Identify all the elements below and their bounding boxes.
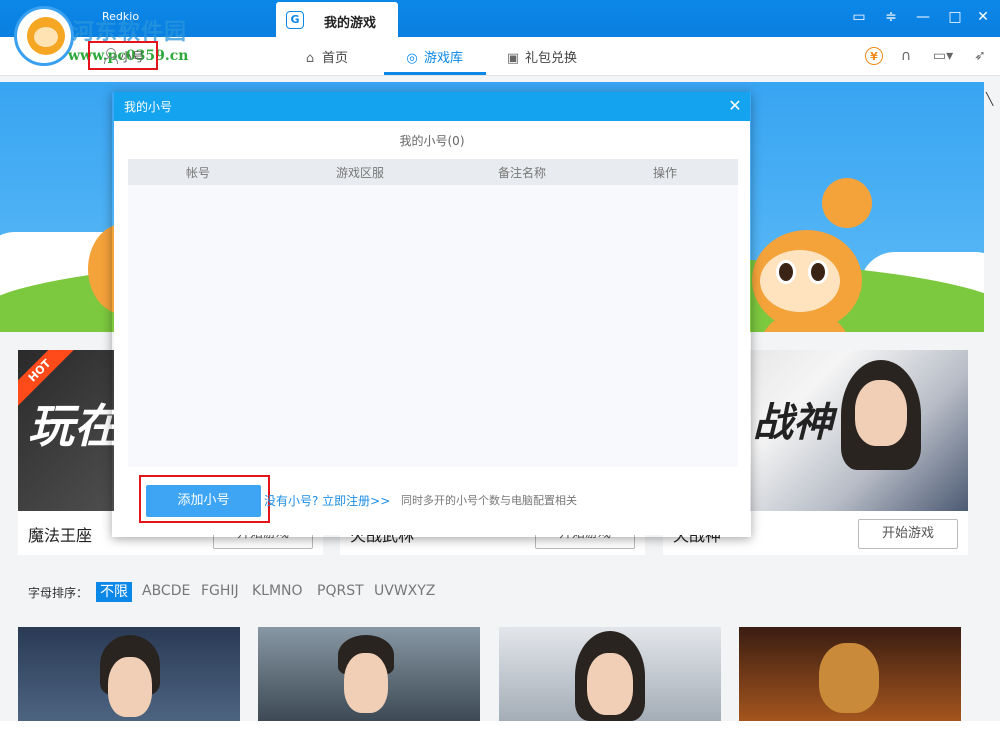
column-action: 操作: [653, 166, 678, 180]
sub-account-label: 小号: [120, 50, 145, 64]
game-title: 魔法王座: [28, 526, 93, 545]
nav-gift-label: 礼包兑换: [525, 51, 578, 66]
game-poster[interactable]: [18, 627, 240, 721]
filter-option-klmno[interactable]: KLMNO: [252, 583, 303, 599]
tab-my-games-label: 我的游戏: [324, 16, 377, 31]
register-link[interactable]: 没有小号? 立即注册>>: [264, 492, 390, 509]
table-header: 帐号 游戏区服 备注名称 操作: [128, 159, 738, 185]
sub-account-table: 帐号 游戏区服 备注名称 操作: [128, 159, 738, 467]
column-server: 游戏区服: [336, 166, 385, 180]
coin-icon[interactable]: ¥: [865, 47, 883, 65]
user-icon: [104, 48, 118, 64]
add-sub-account-button[interactable]: 添加小号: [146, 485, 261, 517]
menu-icon[interactable]: ≑: [880, 6, 902, 28]
app-logo: [14, 6, 74, 66]
filter-option-pqrst[interactable]: PQRST: [317, 583, 364, 599]
nav-active-indicator: [384, 72, 486, 75]
monkey-eye: [808, 260, 828, 284]
character-face: [819, 643, 879, 713]
dialog-subtitle: 我的小号(0): [399, 134, 465, 148]
close-icon[interactable]: ✕: [726, 96, 744, 116]
bottom-strip: [0, 721, 1000, 750]
column-remark: 备注名称: [498, 166, 547, 180]
feedback-icon[interactable]: ▭: [848, 6, 870, 28]
character-face: [587, 653, 633, 715]
monkey-face: [760, 250, 840, 312]
character-face: [344, 653, 388, 713]
rocket-icon[interactable]: ➶: [970, 46, 990, 66]
nav-home-label: 首页: [322, 51, 349, 66]
maximize-button[interactable]: □: [944, 6, 966, 28]
dialog-header: 我的小号 ✕: [114, 92, 750, 121]
close-button[interactable]: ✕: [972, 6, 994, 28]
nav-gift-exchange[interactable]: ▣ 礼包兑换: [505, 47, 577, 66]
nav-game-library-label: 游戏库: [424, 51, 464, 66]
character-face: [855, 380, 907, 446]
game-poster[interactable]: [739, 627, 961, 721]
gamepad-icon: ◎: [406, 51, 418, 66]
sub-account-button[interactable]: 小号: [88, 41, 158, 70]
dialog-title: 我的小号: [124, 100, 173, 114]
gift-icon: ▣: [506, 51, 520, 66]
start-game-button[interactable]: 开始游戏: [858, 519, 958, 549]
nav-bar: 小号 ⌂ 首页 ◎ 游戏库 ▣ 礼包兑换 ¥ ∩ ▭▾ ➶: [0, 37, 1000, 76]
character-face: [108, 657, 152, 717]
sub-account-dialog: 我的小号 ✕ 我的小号(0) 帐号 游戏区服 备注名称 操作 添加小号 没有小号…: [114, 92, 750, 535]
filter-option-fghij[interactable]: FGHIJ: [201, 583, 239, 599]
nav-game-library[interactable]: ◎ 游戏库: [404, 47, 463, 66]
headset-icon[interactable]: ∩: [896, 46, 916, 66]
home-icon: ⌂: [305, 51, 315, 66]
nav-home[interactable]: ⌂ 首页: [302, 47, 348, 66]
monkey-ear: [822, 178, 872, 228]
game-center-icon: G: [286, 11, 304, 29]
filter-option-uvwxyz[interactable]: UVWXYZ: [374, 583, 435, 599]
game-poster[interactable]: [258, 627, 480, 721]
filter-option-abcde[interactable]: ABCDE: [142, 583, 190, 599]
tab-my-games[interactable]: G 我的游戏: [276, 2, 398, 37]
dialog-note: 同时多开的小号个数与电脑配置相关: [401, 494, 577, 507]
monitor-icon[interactable]: ▭▾: [928, 46, 958, 66]
game-art-text: 战神: [753, 399, 833, 446]
game-poster[interactable]: [499, 627, 721, 721]
scrollbar-indicator[interactable]: ╲: [986, 92, 993, 106]
monkey-logo-icon: [27, 17, 65, 55]
column-account: 帐号: [186, 166, 211, 180]
minimize-button[interactable]: —: [912, 6, 934, 28]
filter-option-all[interactable]: 不限: [96, 582, 132, 602]
monkey-eye: [776, 260, 796, 284]
filter-label: 字母排序：: [28, 586, 89, 600]
